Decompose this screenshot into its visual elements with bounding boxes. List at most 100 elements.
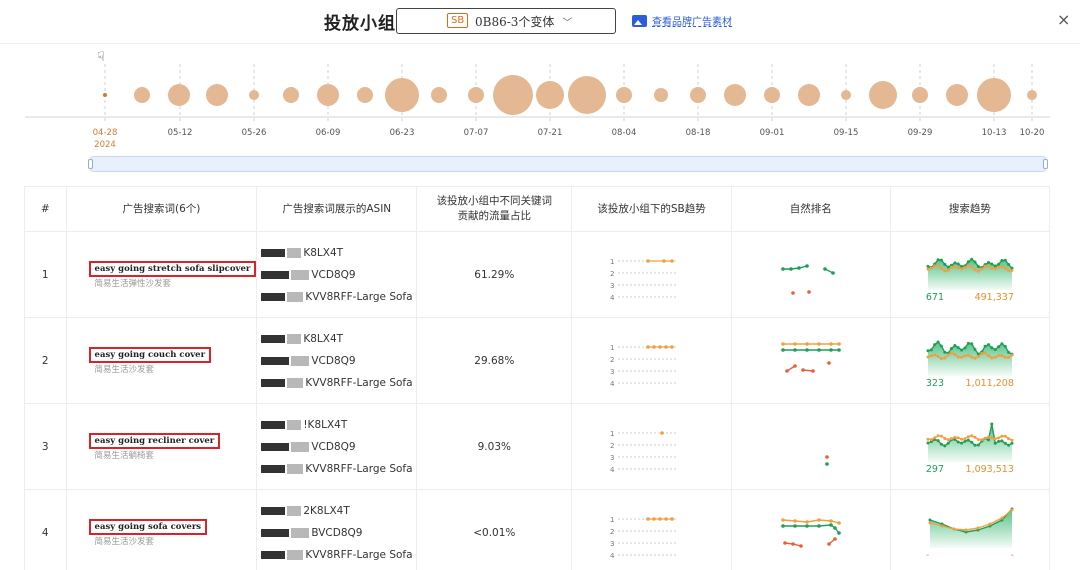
search-rank-point <box>959 355 963 359</box>
search-volume-point <box>928 518 932 522</box>
asin-item[interactable]: K8LX4T <box>261 242 416 264</box>
asin-text: !K8LX4T <box>303 418 348 431</box>
asin-item[interactable]: 2K8LX4T <box>261 500 416 522</box>
search-volume-point <box>926 349 930 353</box>
sb-rank-tick: 2 <box>610 270 614 278</box>
search-rank-point <box>996 354 1000 357</box>
search-volume-point <box>1003 441 1007 445</box>
view-brand-material-link[interactable]: 查看品牌广告素材 <box>632 13 732 28</box>
keyword-cell: easy going recliner cover 简易生活躺椅套 <box>65 403 258 490</box>
search-rank-point <box>980 352 984 355</box>
search-volume-point <box>936 258 940 262</box>
timeline-range-slider[interactable] <box>88 156 1048 172</box>
search-rank-point <box>963 354 967 358</box>
pin-pointer-icon: ☟ <box>97 50 105 65</box>
timeline-bubble <box>103 93 107 97</box>
rank-point <box>780 266 785 271</box>
rank-point <box>792 523 797 528</box>
asin-item[interactable]: VCD8Q9 <box>261 350 416 372</box>
timeline-bubble <box>317 84 339 106</box>
sb-rank-tick: 4 <box>610 294 615 302</box>
col-header-index: # <box>24 186 67 232</box>
close-icon[interactable]: × <box>1057 10 1070 29</box>
timeline-bubble <box>283 87 299 103</box>
slider-handle-right[interactable] <box>1043 159 1048 169</box>
asin-item[interactable]: KVV8RFF-Large Sofa <box>261 544 416 566</box>
search-rank-point <box>949 351 953 355</box>
rank-point <box>822 266 827 271</box>
search-trend-max: 491,337 <box>974 292 1014 303</box>
sb-rank-tick: 3 <box>610 540 614 548</box>
search-rank-point <box>990 266 994 270</box>
search-rank-point <box>939 434 943 438</box>
col-header-share: 该投放小组中不同关键词 贡献的流量占比 <box>416 186 573 232</box>
col-header-sb-trend: 该投放小组下的SB趋势 <box>571 186 732 232</box>
search-volume-point <box>949 347 953 350</box>
search-rank-point <box>936 434 940 438</box>
sb-rank-tick: 2 <box>610 356 614 364</box>
sb-rank-tick: 1 <box>610 258 614 266</box>
asin-item[interactable]: K8LX4T <box>261 328 416 350</box>
search-volume-point <box>939 258 943 262</box>
timeline-tick-label: 04-28 <box>92 128 118 138</box>
asin-cell: K8LX4T VCD8Q9 KVV8RFF-Large Sofa <box>256 317 418 404</box>
rank-point <box>836 341 841 346</box>
asin-item[interactable]: VCD8Q9 <box>261 436 416 458</box>
campaign-group-select-value: 0B86-3个变体 <box>475 14 555 29</box>
asin-item[interactable]: KVV8RFF-Large Sofa <box>261 286 416 308</box>
timeline-bubble <box>357 87 373 103</box>
search-trend-sparkline <box>926 340 1014 376</box>
asin-item[interactable]: KVV8RFF-Large Sofa <box>261 458 416 480</box>
chevron-down-icon: ﹀ <box>562 17 573 29</box>
search-rank-point <box>1003 355 1007 359</box>
asin-item[interactable]: VCD8Q9 <box>261 264 416 286</box>
rank-point <box>824 461 829 466</box>
keyword-text[interactable]: easy going couch cover <box>88 346 212 363</box>
sb-trend-point <box>657 516 662 521</box>
keyword-text[interactable]: easy going recliner cover <box>88 432 221 449</box>
rank-point <box>804 347 809 352</box>
search-rank-point <box>970 355 974 359</box>
search-rank-point <box>949 437 953 441</box>
timeline-bubble <box>946 84 968 106</box>
organic-rank-cell <box>730 489 891 570</box>
campaign-group-select[interactable]: SB 0B86-3个变体 ﹀ <box>396 8 616 34</box>
search-trend-sparkline <box>926 257 1014 290</box>
search-rank-point <box>990 356 994 360</box>
redacted-thumbnail <box>261 550 286 559</box>
redacted-thumbnail <box>261 420 286 429</box>
keyword-text[interactable]: easy going stretch sofa slipcover <box>88 260 257 277</box>
search-rank-point <box>973 268 977 272</box>
rank-point <box>826 541 831 546</box>
search-rank-point <box>986 435 990 439</box>
search-volume-point <box>973 348 977 351</box>
rank-point <box>804 523 809 528</box>
search-rank-point <box>973 435 977 439</box>
search-rank-point <box>980 267 984 271</box>
search-trend-cell: - - <box>889 489 1051 570</box>
search-trend-values: 323 1,011,208 <box>926 378 1014 389</box>
search-rank-point <box>956 266 960 270</box>
search-rank-point <box>963 437 967 441</box>
rank-point <box>780 523 785 528</box>
asin-item[interactable]: KVV8RFF-Large Sofa <box>261 372 416 394</box>
keyword-text[interactable]: easy going sofa covers <box>88 518 208 535</box>
asin-item[interactable]: BVCD8Q9 <box>261 522 416 544</box>
timeline-tick-label: 08-04 <box>611 128 637 138</box>
rank-point <box>784 368 789 373</box>
search-rank-point <box>1010 438 1014 442</box>
organic-rank-cell <box>730 403 891 490</box>
search-trend-min: 323 <box>925 378 945 389</box>
search-rank-point <box>983 436 987 440</box>
slider-handle-left[interactable] <box>88 159 93 169</box>
search-rank-point <box>926 267 930 271</box>
search-volume-point <box>956 262 960 266</box>
sb-rank-tick: 4 <box>610 380 615 388</box>
asin-cell: 2K8LX4T BVCD8Q9 KVV8RFF-Large Sofa <box>256 489 418 570</box>
sb-badge: SB <box>447 13 469 28</box>
timeline-bubble <box>168 84 190 106</box>
search-volume-point <box>956 346 960 350</box>
organic-rank-cell <box>730 317 891 404</box>
search-volume-point <box>983 344 987 348</box>
asin-item[interactable]: !K8LX4T <box>261 414 416 436</box>
